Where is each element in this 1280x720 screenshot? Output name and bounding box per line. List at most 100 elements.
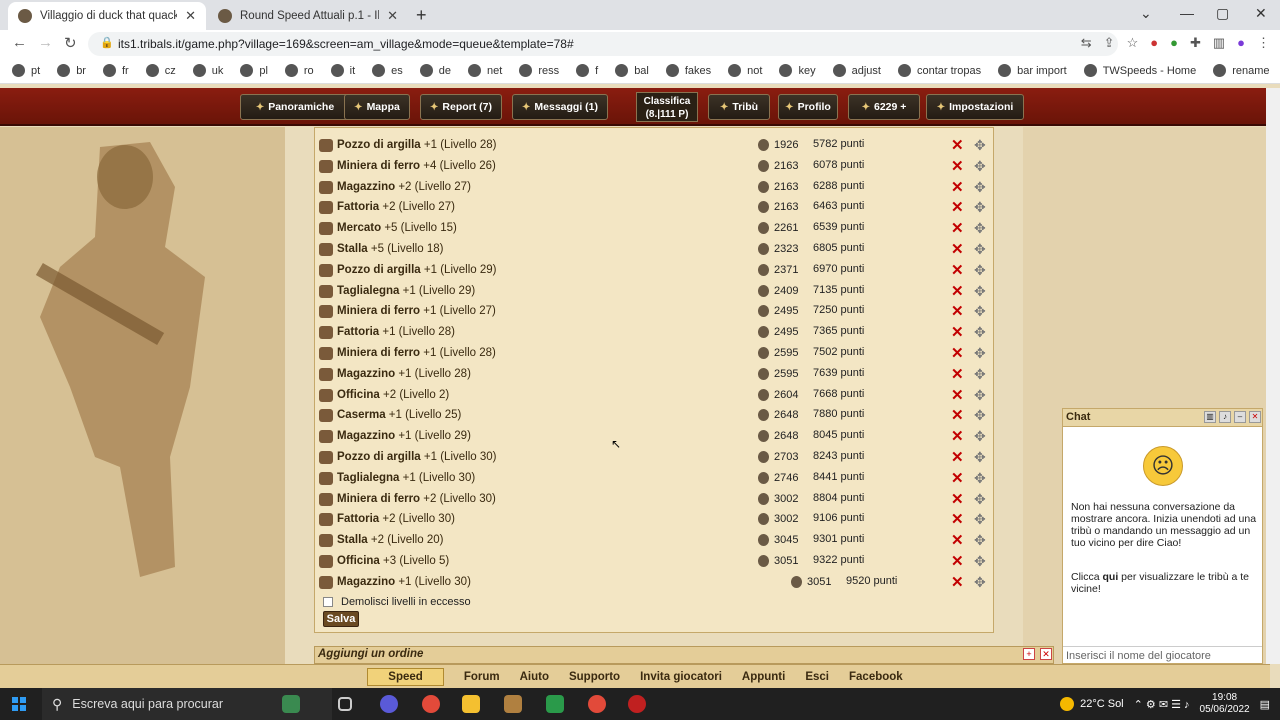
forward-icon[interactable]: → xyxy=(38,34,53,51)
bookmark-item[interactable]: cz xyxy=(145,64,176,77)
bookmark-item[interactable]: contar tropas xyxy=(897,64,981,77)
bookmark-item[interactable]: key xyxy=(779,64,816,77)
bookmark-item[interactable]: adjust xyxy=(832,64,881,77)
profile-avatar[interactable]: ● xyxy=(1237,35,1245,51)
tab-search-icon[interactable]: ⌄ xyxy=(1140,5,1152,22)
delete-icon[interactable]: ✕ xyxy=(951,427,964,445)
demolish-checkbox[interactable] xyxy=(323,597,333,607)
bookmark-item[interactable]: fr xyxy=(102,64,129,77)
delete-icon[interactable]: ✕ xyxy=(951,136,964,154)
footer-link-facebook[interactable]: Facebook xyxy=(849,671,903,683)
bookmark-item[interactable]: it xyxy=(330,64,355,77)
share-icon[interactable]: ⇪ xyxy=(1104,35,1115,51)
drag-handle-icon[interactable]: ✥ xyxy=(974,553,986,570)
bookmark-item[interactable]: net xyxy=(468,64,502,77)
drag-handle-icon[interactable]: ✥ xyxy=(974,366,986,383)
delete-icon[interactable]: ✕ xyxy=(951,198,964,216)
delete-icon[interactable]: ✕ xyxy=(951,552,964,570)
bookmark-item[interactable]: pt xyxy=(12,64,40,77)
menu-tribe[interactable]: ✦ Tribù xyxy=(708,94,770,120)
delete-icon[interactable]: ✕ xyxy=(951,490,964,508)
translate-icon[interactable]: ⇆ xyxy=(1081,35,1092,51)
bookmark-item[interactable]: TWSpeeds - Home xyxy=(1083,64,1196,77)
drag-handle-icon[interactable]: ✥ xyxy=(974,387,986,404)
star-icon[interactable]: ☆ xyxy=(1127,35,1139,51)
drag-handle-icon[interactable]: ✥ xyxy=(974,511,986,528)
clock[interactable]: 19:08 05/06/2022 xyxy=(1200,692,1250,716)
chat-options-icon[interactable]: ▥ xyxy=(1204,411,1216,423)
delete-icon[interactable]: ✕ xyxy=(951,157,964,175)
app-icon[interactable] xyxy=(504,695,522,713)
drag-handle-icon[interactable]: ✥ xyxy=(974,470,986,487)
window-close-button[interactable]: ✕ xyxy=(1255,5,1267,22)
footer-link-invita-giocatori[interactable]: Invita giocatori xyxy=(640,671,722,683)
delete-icon[interactable]: ✕ xyxy=(951,573,964,591)
delete-icon[interactable]: ✕ xyxy=(951,406,964,424)
page-scrollbar[interactable] xyxy=(1266,88,1280,664)
bookmark-item[interactable]: pl xyxy=(240,64,268,77)
drag-handle-icon[interactable]: ✥ xyxy=(974,532,986,549)
sound-icon[interactable]: ♪ xyxy=(1219,411,1231,423)
menu-kebab-icon[interactable]: ⋮ xyxy=(1257,35,1270,51)
close-icon[interactable]: ✕ xyxy=(387,8,398,24)
menu-resource[interactable]: ✦ 6229 + xyxy=(848,94,920,120)
delete-icon[interactable]: ✕ xyxy=(951,219,964,237)
url-text[interactable]: its1.tribals.it/game.php?village=169&scr… xyxy=(118,37,574,51)
chat-hint-link[interactable]: qui xyxy=(1103,571,1119,583)
sidepanel-icon[interactable]: ▥ xyxy=(1213,35,1225,51)
spreadsheet-icon[interactable] xyxy=(546,695,564,713)
drag-handle-icon[interactable]: ✥ xyxy=(974,345,986,362)
notifications-icon[interactable]: ▤ xyxy=(1260,698,1270,711)
menu-mail[interactable]: ✦ Messaggi (1) xyxy=(512,94,608,120)
drag-handle-icon[interactable]: ✥ xyxy=(974,491,986,508)
bookmark-item[interactable]: rename xyxy=(1213,64,1270,77)
delete-icon[interactable]: ✕ xyxy=(951,448,964,466)
file-explorer-icon[interactable] xyxy=(462,695,480,713)
drag-handle-icon[interactable]: ✥ xyxy=(974,283,986,300)
bookmark-item[interactable]: fakes xyxy=(665,64,711,77)
drag-handle-icon[interactable]: ✥ xyxy=(974,179,986,196)
delete-icon[interactable]: ✕ xyxy=(951,261,964,279)
minimize-icon[interactable]: – xyxy=(1234,411,1246,423)
delete-icon[interactable]: ✕ xyxy=(951,178,964,196)
delete-icon[interactable]: ✕ xyxy=(951,386,964,404)
delete-icon[interactable]: ✕ xyxy=(951,240,964,258)
bookmark-item[interactable]: f xyxy=(576,64,598,77)
delete-icon[interactable]: ✕ xyxy=(951,302,964,320)
footer-link-speed[interactable]: Speed xyxy=(367,667,444,686)
tray-icons[interactable]: ⌃ ⚙ ✉ ☰ ♪ xyxy=(1134,698,1190,711)
delete-icon[interactable]: ✕ xyxy=(951,510,964,528)
delete-icon[interactable]: ✕ xyxy=(951,323,964,341)
app-icon[interactable] xyxy=(628,695,646,713)
close-icon[interactable]: ✕ xyxy=(1040,648,1052,660)
delete-icon[interactable]: ✕ xyxy=(951,531,964,549)
delete-icon[interactable]: ✕ xyxy=(951,469,964,487)
bookmark-item[interactable]: bal xyxy=(615,64,649,77)
drag-handle-icon[interactable]: ✥ xyxy=(974,220,986,237)
adblock-icon[interactable]: ● xyxy=(1150,35,1158,51)
omnibox[interactable]: 🔒 its1.tribals.it/game.php?village=169&s… xyxy=(88,32,1118,56)
reload-icon[interactable]: ↻ xyxy=(64,34,77,52)
delete-icon[interactable]: ✕ xyxy=(951,282,964,300)
widgets-icon[interactable] xyxy=(282,695,300,713)
menu-profile[interactable]: ✦ Profilo xyxy=(778,94,838,120)
footer-link-appunti[interactable]: Appunti xyxy=(742,671,785,683)
drag-handle-icon[interactable]: ✥ xyxy=(974,428,986,445)
app-icon[interactable] xyxy=(380,695,398,713)
back-icon[interactable]: ← xyxy=(12,34,27,51)
delete-icon[interactable]: ✕ xyxy=(951,365,964,383)
drag-handle-icon[interactable]: ✥ xyxy=(974,449,986,466)
chrome-icon[interactable] xyxy=(588,695,606,713)
bookmark-item[interactable]: not xyxy=(728,64,762,77)
chrome-icon[interactable] xyxy=(422,695,440,713)
bookmark-item[interactable]: ress xyxy=(519,64,559,77)
classifica-button[interactable]: Classifica (8.|111 P) xyxy=(636,92,698,122)
footer-link-supporto[interactable]: Supporto xyxy=(569,671,620,683)
drag-handle-icon[interactable]: ✥ xyxy=(974,241,986,258)
drag-handle-icon[interactable]: ✥ xyxy=(974,407,986,424)
menu-map[interactable]: ✦ Mappa xyxy=(344,94,410,120)
extension-icon[interactable]: ● xyxy=(1170,35,1178,51)
weather[interactable]: 22°C Sol xyxy=(1060,697,1124,711)
drag-handle-icon[interactable]: ✥ xyxy=(974,574,986,591)
bookmark-item[interactable]: ro xyxy=(284,64,314,77)
